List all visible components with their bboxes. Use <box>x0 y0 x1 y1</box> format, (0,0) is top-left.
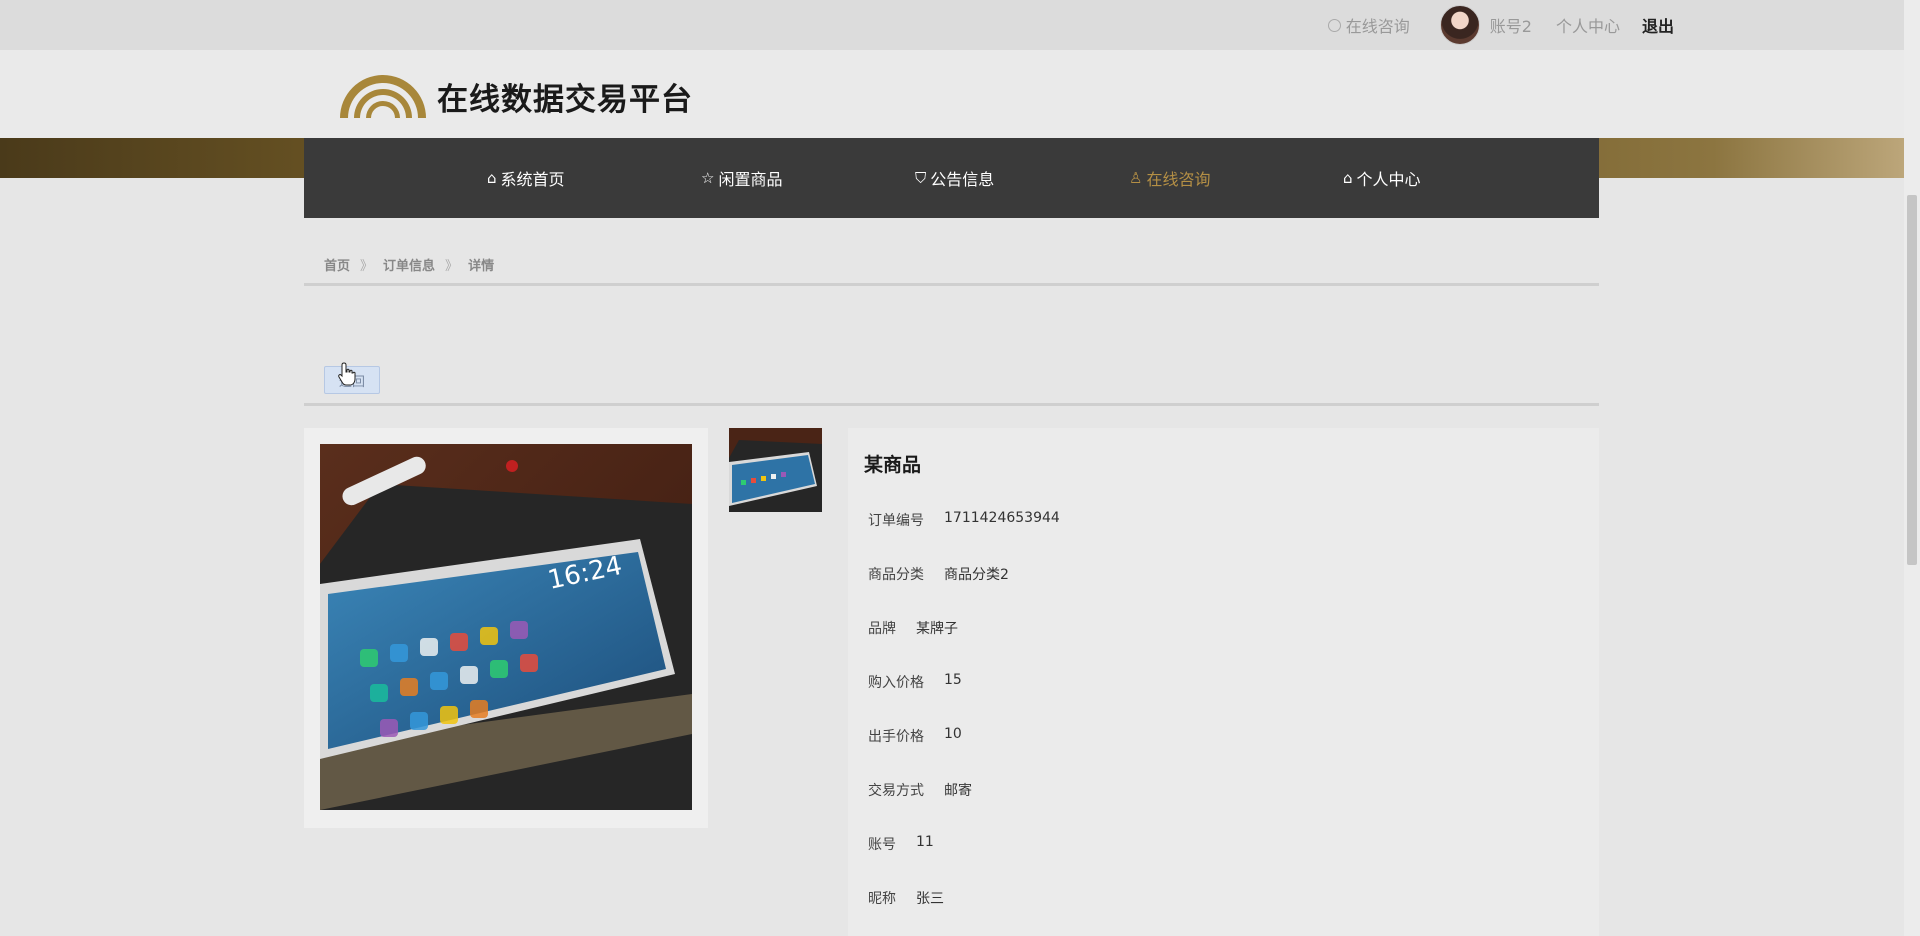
username: 账号2 <box>1489 17 1532 36</box>
field-label: 账号 <box>868 837 896 853</box>
scrollbar-thumb[interactable] <box>1907 195 1917 565</box>
field-label: 品牌 <box>868 621 896 637</box>
logout-link[interactable]: 退出 <box>1642 13 1674 37</box>
chevron-right-icon: 》 <box>445 259 459 274</box>
page-scrollbar[interactable] <box>1904 0 1920 936</box>
nav-item-announcements[interactable]: ⛉ 公告信息 <box>915 166 1129 190</box>
main-image-card: 16:24 <box>304 428 708 828</box>
chevron-right-icon: 》 <box>360 259 374 274</box>
nav-item-personal-center[interactable]: ⌂ 个人中心 <box>1343 166 1557 190</box>
nav-item-label: 系统首页 <box>500 170 565 189</box>
field-value: 商品分类2 <box>944 567 1009 583</box>
product-thumbnail[interactable] <box>729 428 822 512</box>
nav-item-label: 个人中心 <box>1356 170 1421 189</box>
field-label: 商品分类 <box>868 567 924 583</box>
detail-row-trade-method: 交易方式 邮寄 <box>868 780 972 800</box>
field-value: 邮寄 <box>944 783 972 799</box>
bag-icon: ⛉ <box>915 169 927 187</box>
user-menu[interactable]: 账号2 <box>1439 5 1532 45</box>
breadcrumb: 首页 》 订单信息 》 详情 <box>304 246 1599 286</box>
field-value: 张三 <box>916 891 944 907</box>
detail-row-nickname: 昵称 张三 <box>868 888 944 908</box>
field-value: 10 <box>944 726 962 742</box>
consult-link-label: 在线咨询 <box>1345 17 1410 36</box>
product-name: 某商品 <box>864 454 922 476</box>
nav-item-label: 闲置商品 <box>718 170 783 189</box>
product-details: 某商品 订单编号 1711424653944 商品分类 商品分类2 品牌 某牌子… <box>848 428 1599 936</box>
home-icon: ⌂ <box>487 169 497 187</box>
detail-row-purchase-price: 购入价格 15 <box>868 672 962 692</box>
site-header: 在线数据交易平台 <box>0 50 1904 138</box>
nav-item-consult[interactable]: ♙ 在线咨询 <box>1129 166 1343 190</box>
breadcrumb-orders[interactable]: 订单信息 <box>383 255 435 274</box>
detail-row-sale-price: 出手价格 10 <box>868 726 962 746</box>
field-value: 11 <box>916 834 934 850</box>
site-title[interactable]: 在线数据交易平台 <box>437 74 693 119</box>
product-image[interactable]: 16:24 <box>320 444 692 810</box>
user-circle-icon <box>1327 18 1341 32</box>
field-value: 15 <box>944 672 962 688</box>
field-value: 1711424653944 <box>944 510 1060 526</box>
breadcrumb-detail: 详情 <box>468 259 495 274</box>
main-nav: ⌂ 系统首页 ☆ 闲置商品 ⛉ 公告信息 ♙ 在线咨询 ⌂ 个人中心 <box>304 138 1599 218</box>
top-bar: 在线咨询 账号2 个人中心 退出 <box>0 0 1904 50</box>
detail-row-brand: 品牌 某牌子 <box>868 618 958 638</box>
nav-item-label: 公告信息 <box>930 170 995 189</box>
user-icon: ♙ <box>1129 169 1143 187</box>
nav-item-idle-goods[interactable]: ☆ 闲置商品 <box>701 166 915 190</box>
star-icon: ☆ <box>701 169 715 187</box>
hand-cursor-icon <box>338 362 356 386</box>
nav-item-home[interactable]: ⌂ 系统首页 <box>487 166 701 190</box>
field-label: 交易方式 <box>868 783 924 799</box>
detail-row-category: 商品分类 商品分类2 <box>868 564 1009 584</box>
field-label: 购入价格 <box>868 675 924 691</box>
field-label: 出手价格 <box>868 729 924 745</box>
personal-center-link[interactable]: 个人中心 <box>1556 13 1620 37</box>
home-icon: ⌂ <box>1343 169 1353 187</box>
detail-row-order-no: 订单编号 1711424653944 <box>868 510 1060 530</box>
breadcrumb-home[interactable]: 首页 <box>324 255 350 274</box>
detail-row-account: 账号 11 <box>868 834 934 854</box>
toolbar: 返回 <box>304 286 1599 406</box>
avatar[interactable] <box>1439 5 1480 45</box>
field-label: 订单编号 <box>868 513 924 529</box>
field-value: 某牌子 <box>916 621 958 637</box>
consult-link[interactable]: 在线咨询 <box>1327 13 1410 37</box>
field-label: 昵称 <box>868 891 896 907</box>
logo-icon[interactable] <box>338 66 428 120</box>
nav-item-label: 在线咨询 <box>1146 170 1211 189</box>
